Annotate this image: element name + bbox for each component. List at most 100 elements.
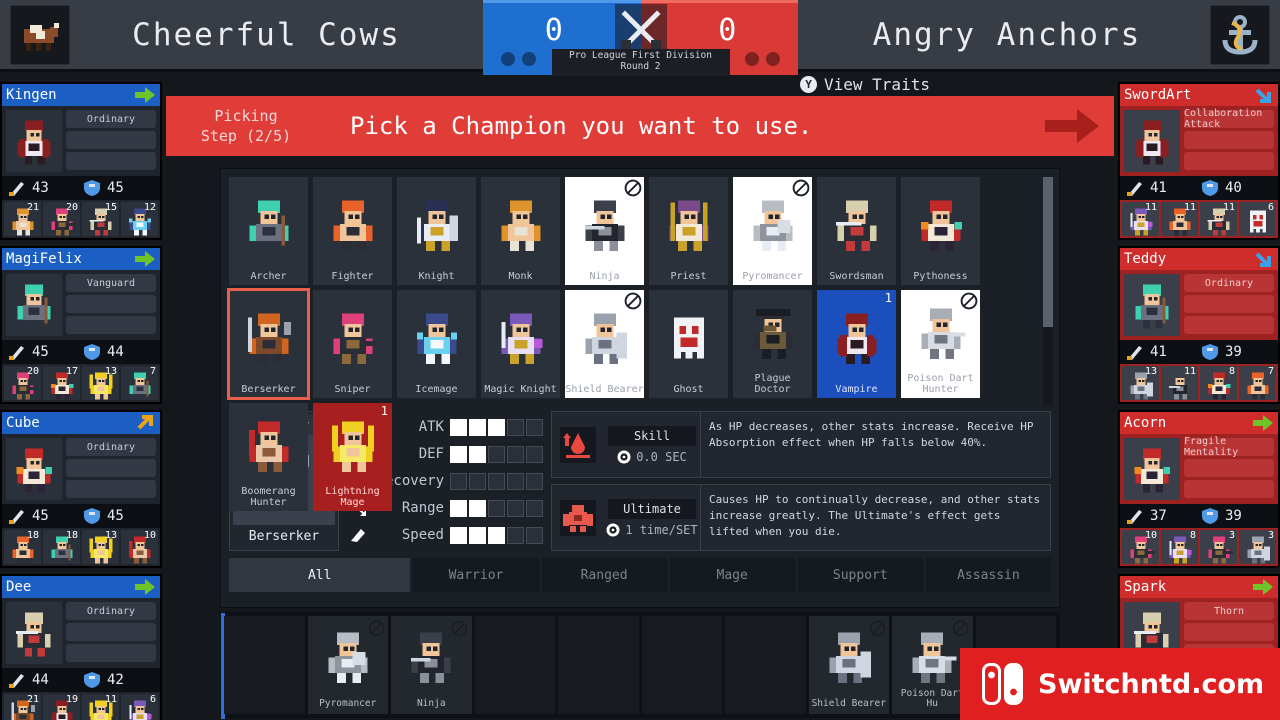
- roster-champion-slot[interactable]: 20: [43, 202, 80, 236]
- champion-cell[interactable]: Berserker: [227, 288, 310, 400]
- player-trait: [66, 316, 156, 334]
- scrollbar-thumb[interactable]: [1043, 177, 1053, 327]
- stat-label: Speed: [401, 527, 444, 543]
- champion-cell[interactable]: Sniper: [313, 290, 392, 398]
- player-trait: [1184, 131, 1274, 149]
- roster-champion-slot[interactable]: 13: [82, 530, 119, 564]
- champion-cell[interactable]: Ninja: [565, 177, 644, 285]
- player-card-body: Fragile Mentality: [1120, 434, 1278, 504]
- champion-cell[interactable]: Magic Knight: [481, 290, 560, 398]
- watermark-text: Switchntd.com: [1038, 668, 1265, 700]
- roster-champion-slot[interactable]: 21: [4, 202, 41, 236]
- arrow-downright-blue-icon: [1252, 86, 1274, 104]
- champion-level: 12: [143, 202, 156, 213]
- champion-cell[interactable]: Pythoness: [901, 177, 980, 285]
- champion-sprite: [229, 290, 308, 384]
- filter-tab[interactable]: Assassin: [925, 558, 1051, 592]
- champion-cell[interactable]: Boomerang Hunter: [229, 403, 308, 511]
- roster-champion-slot[interactable]: 19: [43, 694, 80, 720]
- roster-champion-slot[interactable]: 6: [121, 694, 158, 720]
- player-card[interactable]: MagiFelix Vanguard 45 44 20 17 13 7: [0, 246, 162, 404]
- roster-champion-slot[interactable]: 8: [1200, 366, 1237, 400]
- player-card[interactable]: Teddy Ordinary 41 39 13 11 8 7: [1118, 246, 1280, 404]
- champion-cell[interactable]: 1 Vampire: [817, 290, 896, 398]
- champion-cell[interactable]: Archer: [229, 177, 308, 285]
- player-card[interactable]: Dee Ordinary 44 42 21 19 11 6: [0, 574, 162, 720]
- player-traits: Ordinary: [66, 438, 156, 500]
- player-trait: [66, 152, 156, 170]
- champion-level: 6: [1267, 202, 1274, 213]
- roster-champion-slot[interactable]: 10: [121, 530, 158, 564]
- roster-champion-slot[interactable]: 20: [4, 366, 41, 400]
- roster-champion-slot[interactable]: 17: [43, 366, 80, 400]
- player-trait: [1184, 316, 1274, 334]
- champion-grid-scrollbar[interactable]: [1043, 177, 1053, 405]
- player-card-body: Ordinary: [2, 106, 160, 176]
- roster-champion-slot[interactable]: 10: [1122, 530, 1159, 564]
- champion-cell[interactable]: Priest: [649, 177, 728, 285]
- ban-slot[interactable]: Shield Bearer: [808, 616, 889, 714]
- player-traits: Vanguard: [66, 274, 156, 336]
- roster-champion-slot[interactable]: 13: [1122, 366, 1159, 400]
- champion-cell[interactable]: Plague Doctor: [733, 290, 812, 398]
- stat-pips: [450, 526, 543, 544]
- player-card[interactable]: Kingen Ordinary 43 45 21 20 15 12: [0, 82, 162, 240]
- view-traits-label: View Traits: [824, 74, 930, 94]
- filter-tab[interactable]: All: [229, 558, 411, 592]
- scoreboard: 0 0 Pro League First Division Round 2: [483, 0, 798, 76]
- player-card-header: MagiFelix: [2, 248, 160, 270]
- roster-champion-slot[interactable]: 18: [4, 530, 41, 564]
- roster-champion-slot[interactable]: 13: [82, 366, 119, 400]
- roster-champion-slot[interactable]: 15: [82, 202, 119, 236]
- player-attack-value: 41: [1150, 344, 1167, 360]
- player-stats: 37 39: [1120, 504, 1278, 528]
- player-card-header: Acorn: [1120, 412, 1278, 434]
- roster-champion-slot[interactable]: 8: [1161, 530, 1198, 564]
- champion-cell[interactable]: Knight: [397, 177, 476, 285]
- champion-cell[interactable]: Fighter: [313, 177, 392, 285]
- roster-champion-slot[interactable]: 11: [82, 694, 119, 720]
- player-card[interactable]: Acorn Fragile Mentality 37 39 10 8 3 3: [1118, 410, 1280, 568]
- picking-banner: Picking Step (2/5) Pick a Champion you w…: [166, 96, 1114, 156]
- roster-champion-slot[interactable]: 7: [1239, 366, 1276, 400]
- roster-champion-slot[interactable]: 11: [1200, 202, 1237, 236]
- ban-slot[interactable]: Ninja: [391, 616, 472, 714]
- champion-sprite: [313, 290, 392, 384]
- arrow-right-green-icon: [134, 578, 156, 596]
- player-card[interactable]: SwordArt Collaboration Attack 41 40 11 1…: [1118, 82, 1280, 240]
- roster-champion-slot[interactable]: 18: [43, 530, 80, 564]
- champion-level: 11: [1222, 202, 1235, 213]
- roster-champion-slot[interactable]: 6: [1239, 202, 1276, 236]
- sword-icon: [9, 182, 24, 196]
- filter-tab[interactable]: Ranged: [541, 558, 667, 592]
- roster-champion-slot[interactable]: 11: [1161, 366, 1198, 400]
- champion-name: Vampire: [835, 384, 878, 395]
- filter-tab[interactable]: Warrior: [413, 558, 539, 592]
- champion-cell[interactable]: Monk: [481, 177, 560, 285]
- player-card[interactable]: Cube Ordinary 45 45 18 18 13 10: [0, 410, 162, 568]
- champion-name: Knight: [418, 271, 455, 282]
- view-traits-button[interactable]: Y View Traits: [800, 70, 930, 98]
- roster-champion-slot[interactable]: 3: [1200, 530, 1237, 564]
- roster-champion-slot[interactable]: 12: [121, 202, 158, 236]
- champion-cell[interactable]: Swordsman: [817, 177, 896, 285]
- roster-champion-slot[interactable]: 21: [4, 694, 41, 720]
- ban-slot[interactable]: Pyromancer: [307, 616, 388, 714]
- champion-cell[interactable]: Ghost: [649, 290, 728, 398]
- roster-champion-slot[interactable]: 11: [1161, 202, 1198, 236]
- red-score: 0: [718, 13, 737, 48]
- champion-cell[interactable]: Pyromancer: [733, 177, 812, 285]
- ban-slot-empty: [725, 616, 806, 714]
- filter-tab[interactable]: Mage: [669, 558, 795, 592]
- champion-cell[interactable]: Shield Bearer: [565, 290, 644, 398]
- champion-cell[interactable]: Icemage: [397, 290, 476, 398]
- roster-champion-slot[interactable]: 3: [1239, 530, 1276, 564]
- roster-champion-slot[interactable]: 11: [1122, 202, 1159, 236]
- player-attack-stat: 45: [8, 343, 79, 361]
- champion-cell[interactable]: 1 Lightning Mage: [313, 403, 392, 511]
- roster-champion-slot[interactable]: 7: [121, 366, 158, 400]
- champion-name: Boomerang Hunter: [241, 486, 296, 508]
- filter-tab[interactable]: Support: [797, 558, 923, 592]
- player-traits: Ordinary: [1184, 274, 1274, 336]
- champion-cell[interactable]: Poison Dart Hunter: [901, 290, 980, 398]
